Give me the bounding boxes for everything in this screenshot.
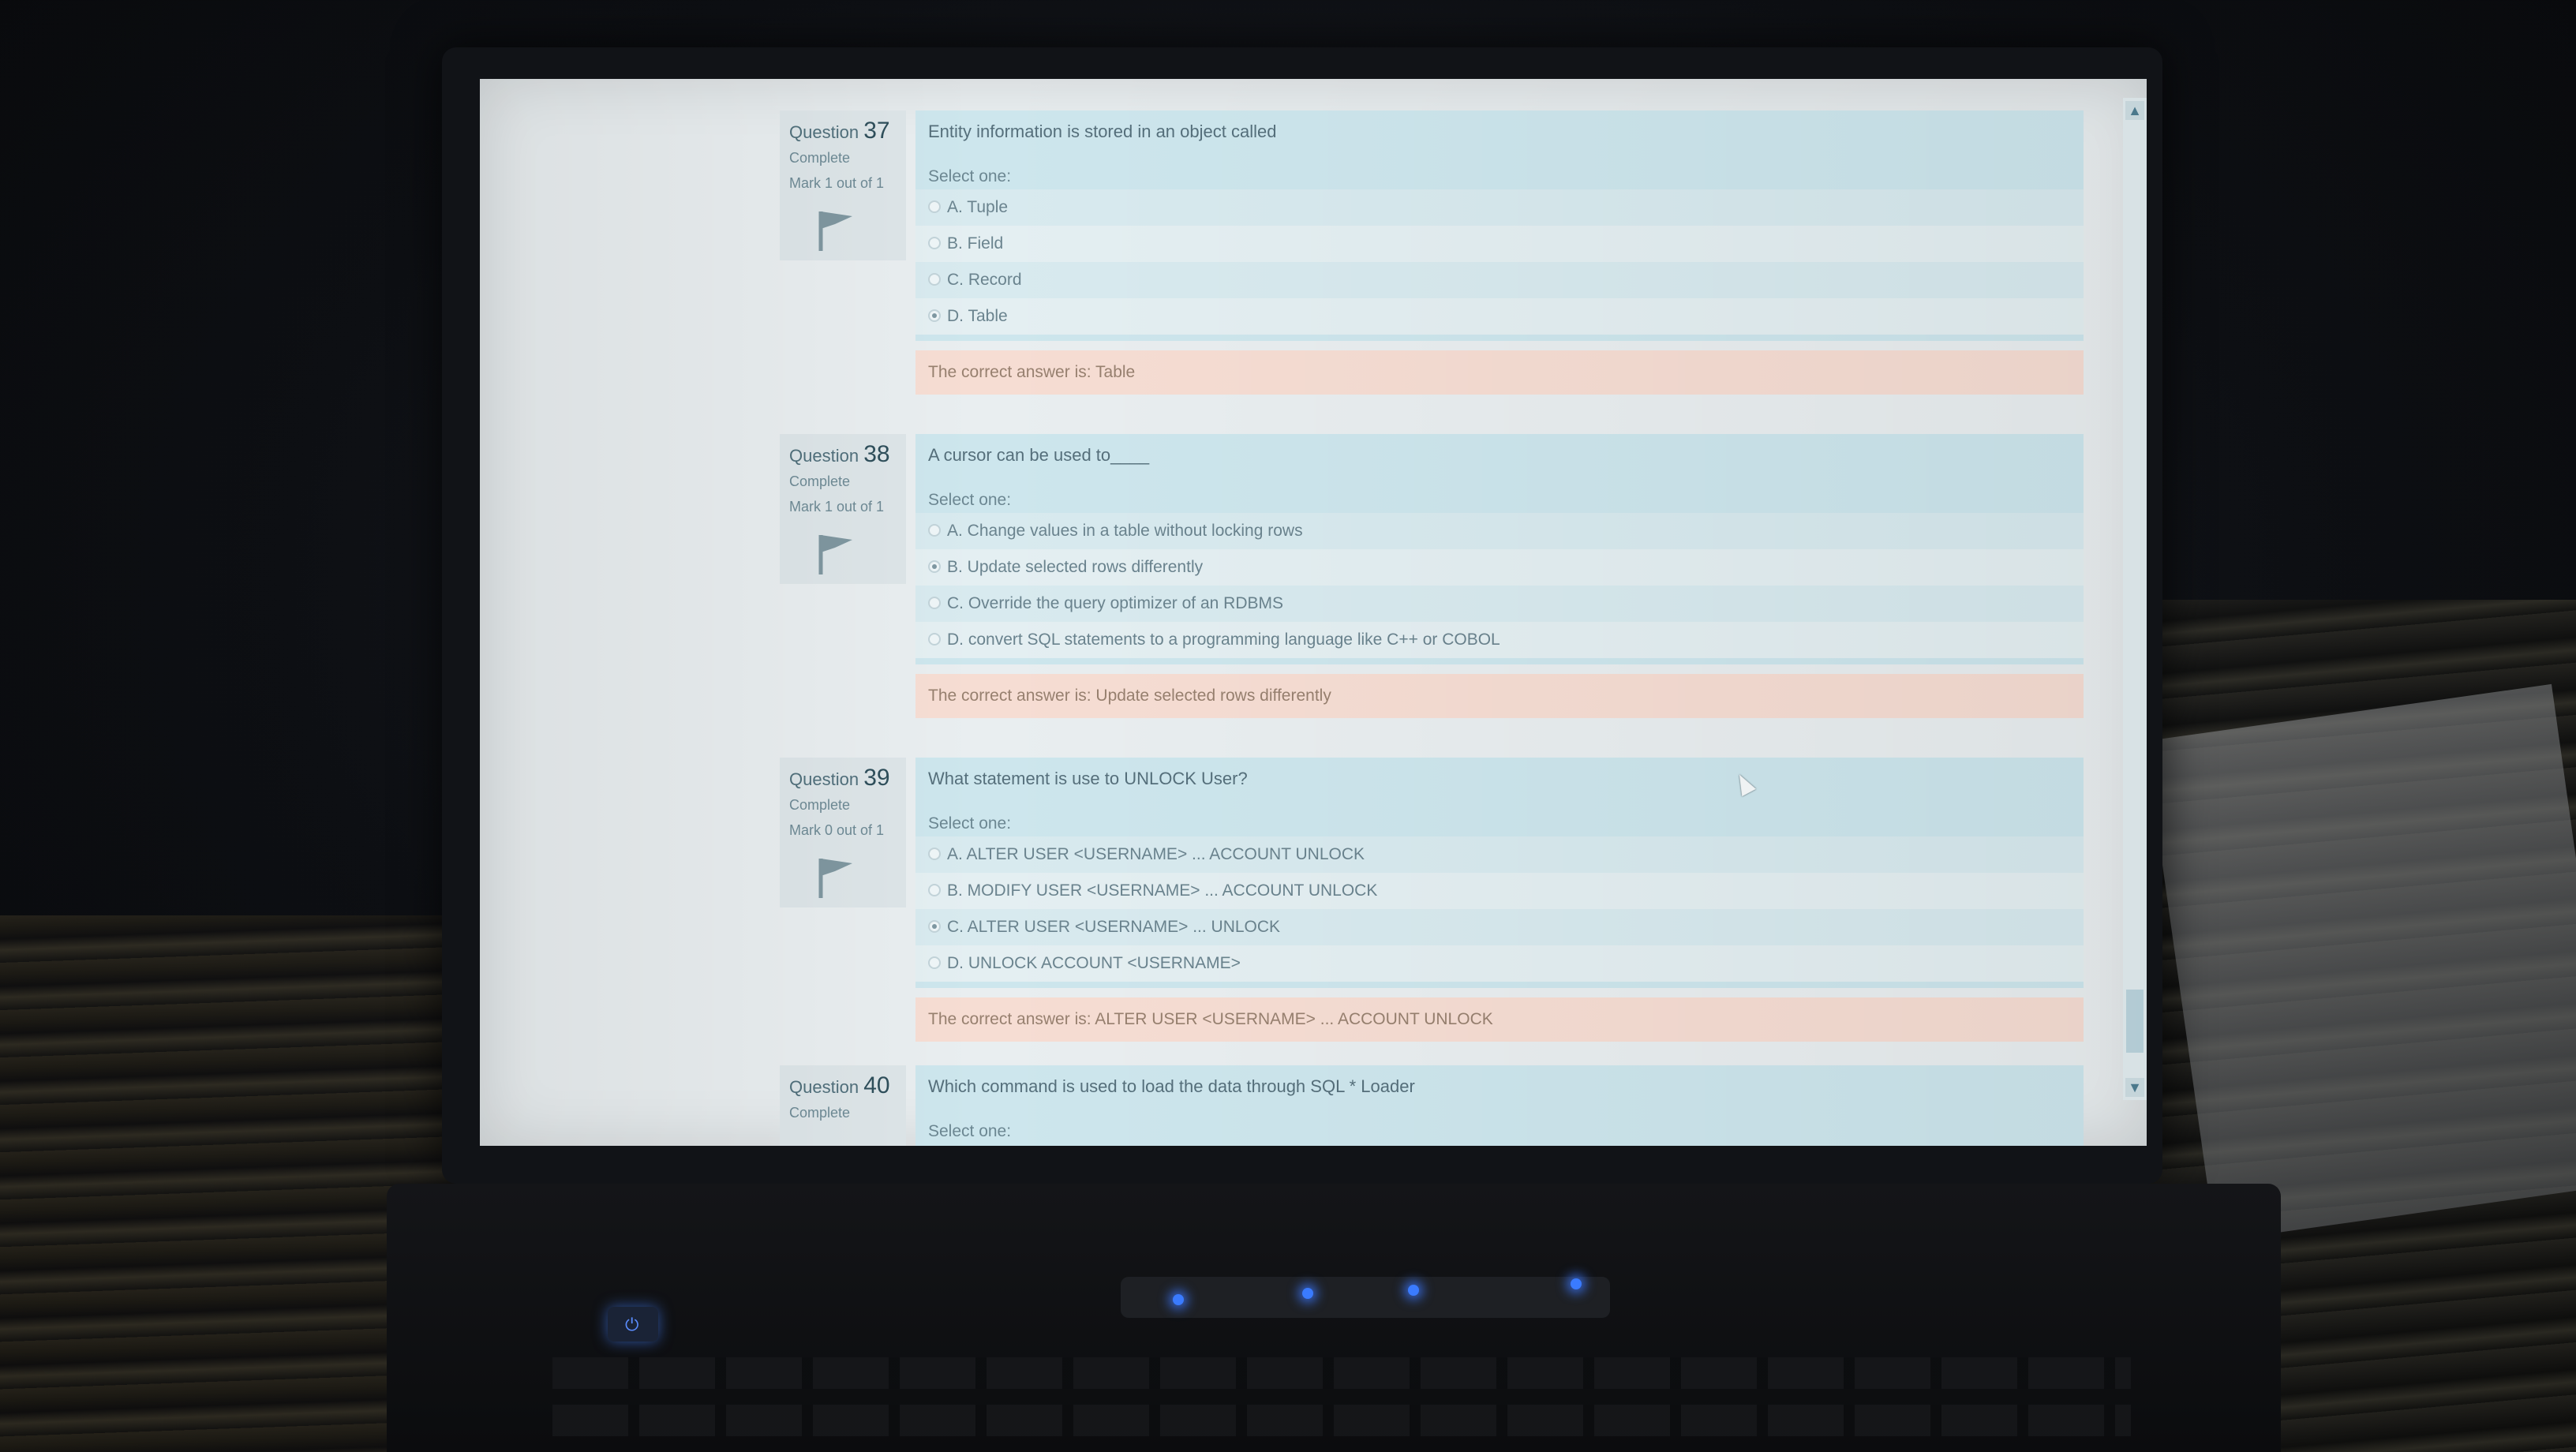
radio-button-selected[interactable] bbox=[928, 920, 941, 933]
answer-list: A. ALTER USER <USERNAME> ... ACCOUNT UNL… bbox=[915, 836, 2084, 982]
question-formulation: What statement is use to UNLOCK User? Se… bbox=[915, 758, 2084, 988]
question-content: What statement is use to UNLOCK User? Se… bbox=[915, 758, 2084, 1042]
laptop-screen: Question 37 Complete Mark 1 out of 1 Ent… bbox=[480, 79, 2147, 1146]
question-text: A cursor can be used to____ bbox=[928, 445, 1150, 465]
answer-option-a[interactable]: A. Tuple bbox=[915, 189, 2084, 226]
question-text: Which command is used to load the data t… bbox=[928, 1076, 1415, 1096]
answer-option-a[interactable]: A. Change values in a table without lock… bbox=[915, 513, 2084, 549]
radio-button[interactable] bbox=[928, 884, 941, 896]
keyboard-row bbox=[552, 1357, 2131, 1389]
status-led bbox=[1571, 1278, 1582, 1289]
flag-icon[interactable] bbox=[811, 205, 859, 253]
flag-icon[interactable] bbox=[811, 852, 859, 900]
chevron-down-icon[interactable]: ▼ bbox=[2125, 1078, 2144, 1097]
question-state: Complete bbox=[789, 797, 851, 813]
question-text: Entity information is stored in an objec… bbox=[928, 122, 1277, 141]
question-state: Complete bbox=[789, 473, 851, 489]
question-info: Question 40 Complete bbox=[780, 1065, 906, 1146]
answer-option-c[interactable]: C. ALTER USER <USERNAME> ... UNLOCK bbox=[915, 909, 2084, 945]
answer-option-d[interactable]: D. Table bbox=[915, 298, 2084, 335]
radio-button[interactable] bbox=[928, 200, 941, 213]
radio-button[interactable] bbox=[928, 273, 941, 286]
radio-button-selected[interactable] bbox=[928, 560, 941, 573]
answer-option-b[interactable]: B. Field bbox=[915, 226, 2084, 262]
answer-option-b[interactable]: B. MODIFY USER <USERNAME> ... ACCOUNT UN… bbox=[915, 873, 2084, 909]
media-button-strip bbox=[1121, 1277, 1610, 1318]
question-mark: Mark 0 out of 1 bbox=[789, 822, 885, 838]
question-state: Complete bbox=[789, 150, 851, 166]
answer-list: A. Tuple B. Field C. Record D. Table bbox=[915, 189, 2084, 335]
radio-button[interactable] bbox=[928, 524, 941, 537]
keyboard-row bbox=[552, 1405, 2131, 1436]
question-formulation: Which command is used to load the data t… bbox=[915, 1065, 2084, 1146]
status-led bbox=[1302, 1288, 1313, 1299]
answer-option-b[interactable]: B. Update selected rows differently bbox=[915, 549, 2084, 586]
select-one-prompt: Select one: bbox=[928, 167, 1012, 185]
question-state: Complete bbox=[789, 1105, 851, 1121]
flag-icon[interactable] bbox=[811, 529, 859, 576]
question-formulation: A cursor can be used to____ Select one: … bbox=[915, 434, 2084, 664]
radio-button[interactable] bbox=[928, 597, 941, 609]
question-content: Which command is used to load the data t… bbox=[915, 1065, 2084, 1146]
scrollbar-thumb[interactable] bbox=[2126, 990, 2144, 1053]
power-icon: ⏻ bbox=[625, 1315, 639, 1334]
radio-button[interactable] bbox=[928, 633, 941, 646]
select-one-prompt: Select one: bbox=[928, 814, 1012, 833]
correct-answer-feedback: The correct answer is: Table bbox=[915, 350, 2084, 395]
radio-button[interactable] bbox=[928, 848, 941, 860]
question-number: Question 39 bbox=[789, 765, 890, 791]
answer-option-c[interactable]: C. Record bbox=[915, 262, 2084, 298]
question-content: Entity information is stored in an objec… bbox=[915, 110, 2084, 395]
question-mark: Mark 1 out of 1 bbox=[789, 175, 885, 191]
question-info: Question 39 Complete Mark 0 out of 1 bbox=[780, 758, 906, 908]
question-number: Question 40 bbox=[789, 1072, 890, 1098]
question-number: Question 37 bbox=[789, 118, 890, 144]
status-led bbox=[1173, 1294, 1184, 1305]
answer-option-d[interactable]: D. UNLOCK ACCOUNT <USERNAME> bbox=[915, 945, 2084, 982]
correct-answer-feedback: The correct answer is: ALTER USER <USERN… bbox=[915, 997, 2084, 1042]
power-button[interactable]: ⏻ bbox=[608, 1307, 658, 1342]
question-text: What statement is use to UNLOCK User? bbox=[928, 769, 1248, 788]
radio-button-selected[interactable] bbox=[928, 309, 941, 322]
question-info: Question 38 Complete Mark 1 out of 1 bbox=[780, 434, 906, 584]
radio-button[interactable] bbox=[928, 956, 941, 969]
answer-option-c[interactable]: C. Override the query optimizer of an RD… bbox=[915, 586, 2084, 622]
background-paper bbox=[2144, 683, 2576, 1242]
radio-button[interactable] bbox=[928, 237, 941, 249]
answer-option-a[interactable]: A. ALTER USER <USERNAME> ... ACCOUNT UNL… bbox=[915, 836, 2084, 873]
question-info: Question 37 Complete Mark 1 out of 1 bbox=[780, 110, 906, 260]
answer-option-d[interactable]: D. convert SQL statements to a programmi… bbox=[915, 622, 2084, 658]
question-content: A cursor can be used to____ Select one: … bbox=[915, 434, 2084, 718]
correct-answer-feedback: The correct answer is: Update selected r… bbox=[915, 674, 2084, 718]
status-led bbox=[1408, 1285, 1419, 1296]
select-one-prompt: Select one: bbox=[928, 491, 1012, 509]
question-formulation: Entity information is stored in an objec… bbox=[915, 110, 2084, 341]
select-one-prompt: Select one: bbox=[928, 1122, 1012, 1140]
chevron-up-icon[interactable]: ▲ bbox=[2125, 101, 2144, 120]
question-number: Question 38 bbox=[789, 441, 890, 467]
vertical-scrollbar[interactable]: ▲ ▼ bbox=[2123, 98, 2147, 1100]
question-mark: Mark 1 out of 1 bbox=[789, 499, 885, 515]
answer-list: A. Change values in a table without lock… bbox=[915, 513, 2084, 658]
